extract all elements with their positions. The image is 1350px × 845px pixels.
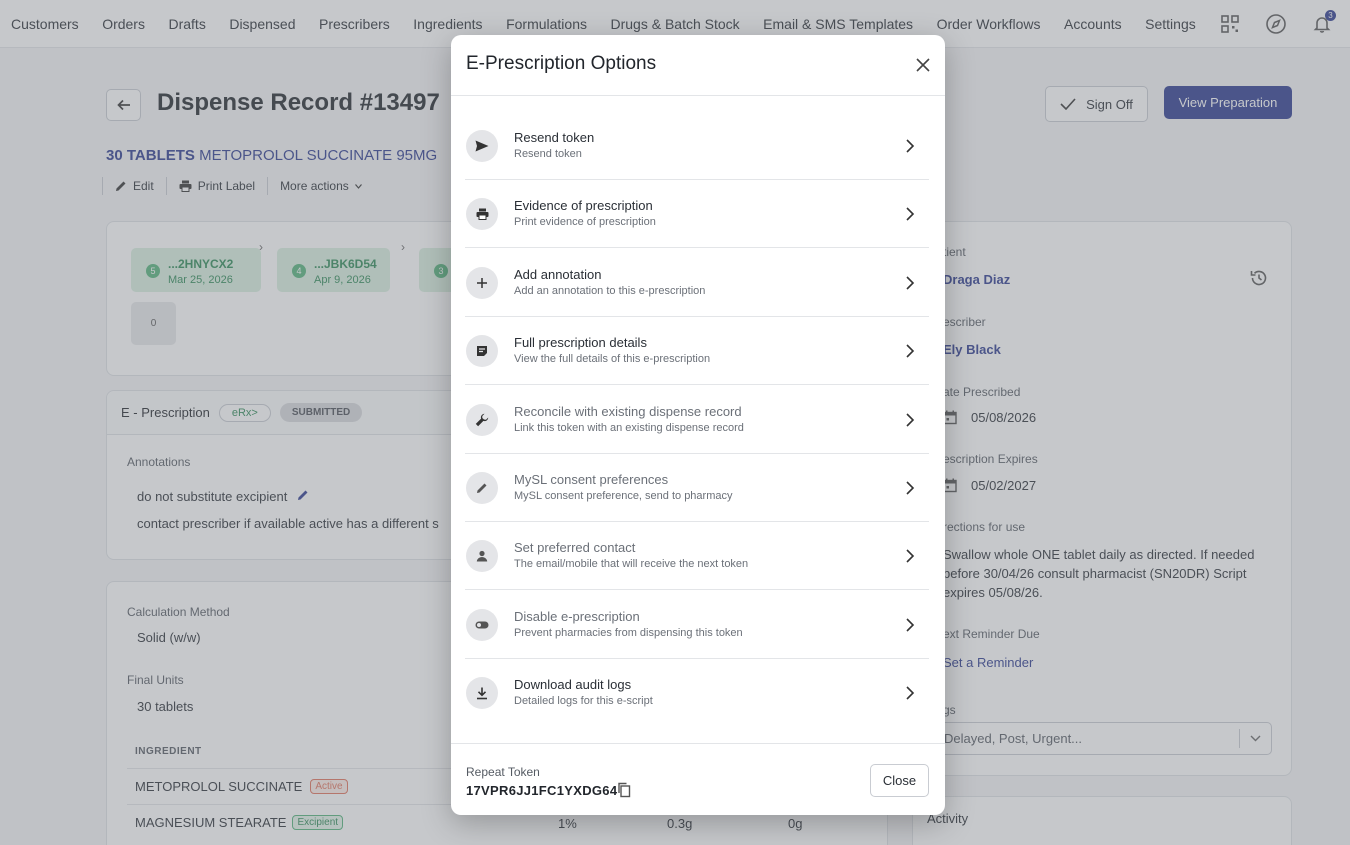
- option-download-audit-logs[interactable]: Download audit logs Detailed logs for th…: [465, 659, 929, 727]
- e-prescription-options-modal: E-Prescription Options Resend token Rese…: [451, 35, 945, 815]
- option-title: Download audit logs: [514, 677, 632, 692]
- close-icon[interactable]: [913, 55, 933, 75]
- option-add-annotation[interactable]: Add annotation Add an annotation to this…: [465, 249, 929, 317]
- option-disable-e-prescription[interactable]: Disable e-prescription Prevent pharmacie…: [465, 591, 929, 659]
- person-icon: [466, 540, 498, 572]
- modal-header: E-Prescription Options: [451, 35, 945, 96]
- chevron-right-icon: [906, 481, 915, 495]
- chevron-right-icon: [906, 618, 915, 632]
- pencil-icon: [466, 472, 498, 504]
- option-mysl-consent-preferences[interactable]: MySL consent preferences MySL consent pr…: [465, 454, 929, 522]
- option-subtitle: View the full details of this e-prescrip…: [514, 353, 711, 365]
- option-subtitle: MySL consent preference, send to pharmac…: [514, 490, 733, 502]
- plus-icon: [466, 267, 498, 299]
- modal-footer: Repeat Token 17VPR6JJ1FC1YXDG64 Close: [451, 743, 945, 815]
- repeat-token-value: 17VPR6JJ1FC1YXDG64: [466, 783, 618, 798]
- close-button[interactable]: Close: [870, 764, 929, 797]
- modal-title: E-Prescription Options: [466, 53, 657, 74]
- option-title: Evidence of prescription: [514, 198, 653, 213]
- option-reconcile-dispense-record[interactable]: Reconcile with existing dispense record …: [465, 386, 929, 454]
- option-subtitle: The email/mobile that will receive the n…: [514, 558, 749, 570]
- option-subtitle: Link this token with an existing dispens…: [514, 422, 744, 434]
- option-title: Reconcile with existing dispense record: [514, 404, 742, 419]
- chevron-right-icon: [906, 139, 915, 153]
- option-subtitle: Detailed logs for this e-script: [514, 695, 653, 707]
- option-resend-token[interactable]: Resend token Resend token: [465, 112, 929, 180]
- chevron-right-icon: [906, 686, 915, 700]
- option-evidence-of-prescription[interactable]: Evidence of prescription Print evidence …: [465, 180, 929, 248]
- option-title: Full prescription details: [514, 335, 647, 350]
- toggle-icon: [466, 609, 498, 641]
- chevron-right-icon: [906, 207, 915, 221]
- option-title: Disable e-prescription: [514, 609, 640, 624]
- option-title: Set preferred contact: [514, 540, 636, 555]
- print-icon: [466, 198, 498, 230]
- option-title: Resend token: [514, 130, 595, 145]
- option-title: Add annotation: [514, 267, 602, 282]
- repeat-token-label: Repeat Token: [466, 765, 540, 779]
- copy-icon[interactable]: [617, 782, 631, 798]
- wrench-icon: [466, 404, 498, 436]
- note-icon: [466, 335, 498, 367]
- chevron-right-icon: [906, 344, 915, 358]
- option-subtitle: Print evidence of prescription: [514, 216, 656, 228]
- download-icon: [466, 677, 498, 709]
- option-subtitle: Prevent pharmacies from dispensing this …: [514, 627, 743, 639]
- option-title: MySL consent preferences: [514, 472, 669, 487]
- option-full-prescription-details[interactable]: Full prescription details View the full …: [465, 317, 929, 385]
- option-subtitle: Add an annotation to this e-prescription: [514, 285, 706, 297]
- send-icon: [466, 130, 498, 162]
- chevron-right-icon: [906, 276, 915, 290]
- chevron-right-icon: [906, 549, 915, 563]
- option-set-preferred-contact[interactable]: Set preferred contact The email/mobile t…: [465, 522, 929, 590]
- chevron-right-icon: [906, 413, 915, 427]
- option-subtitle: Resend token: [514, 148, 582, 160]
